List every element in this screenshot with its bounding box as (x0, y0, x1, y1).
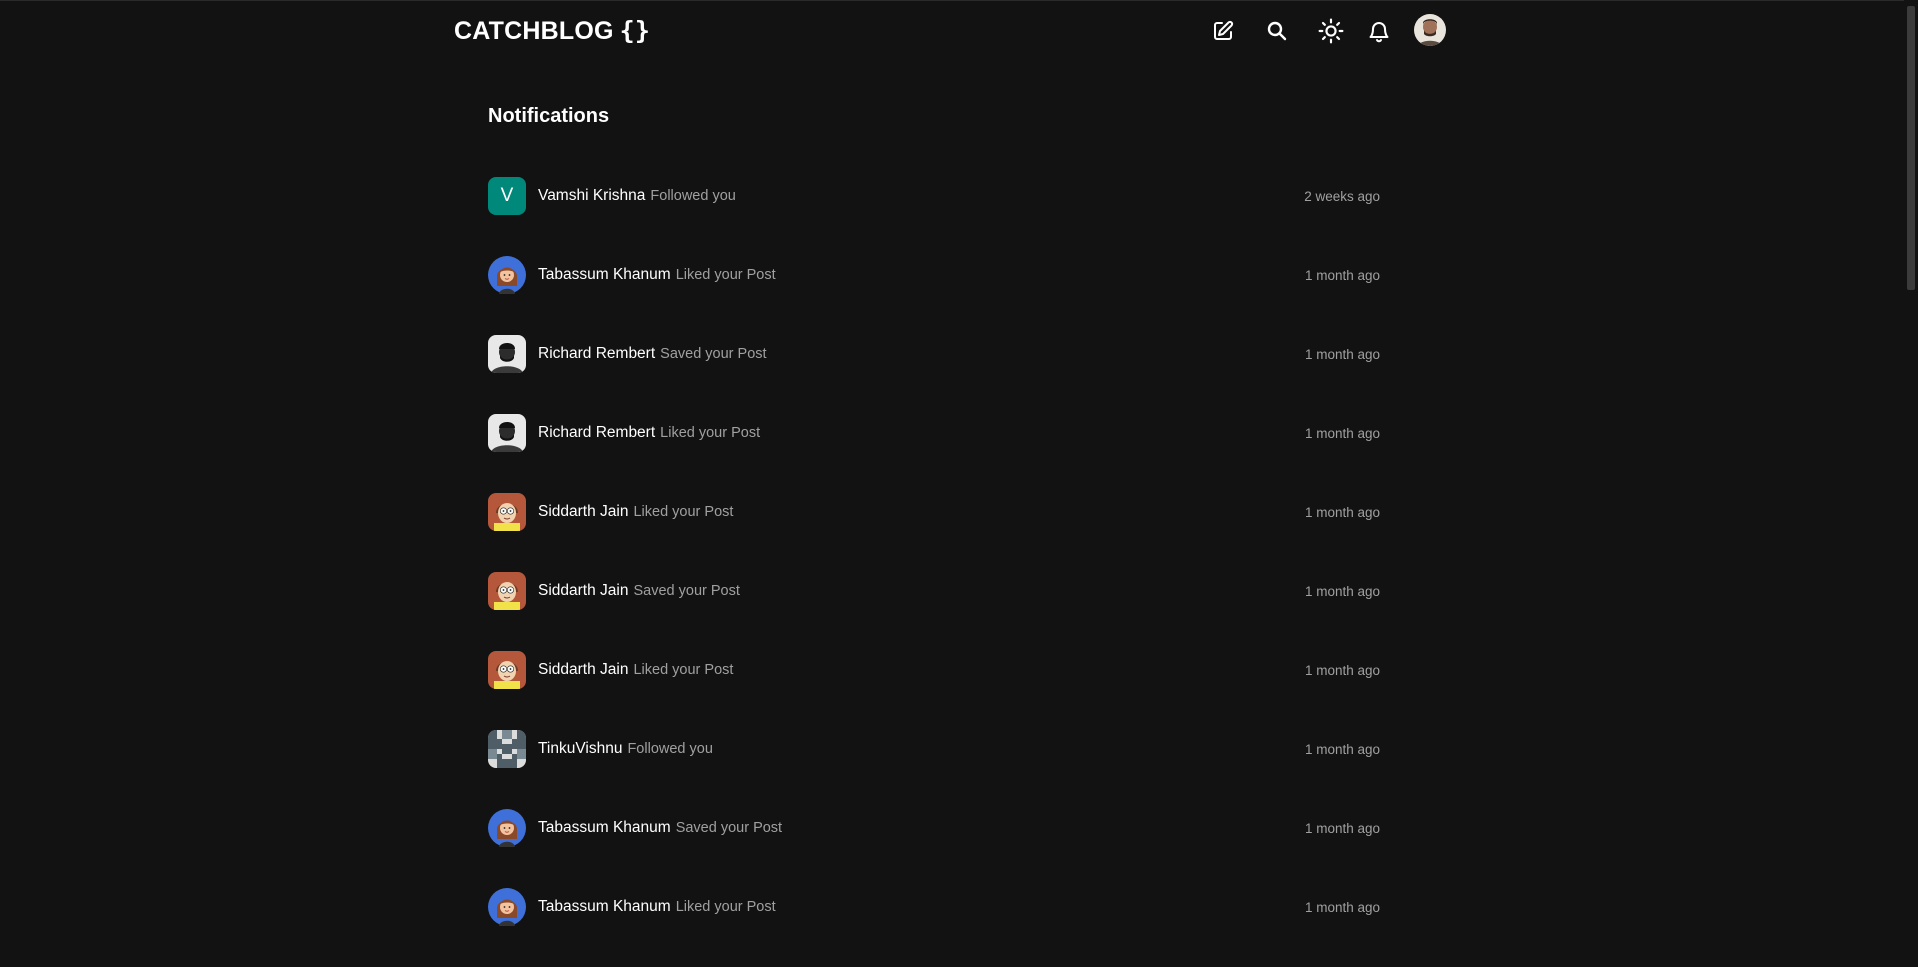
notification-avatar[interactable] (488, 335, 526, 373)
notification-item[interactable]: TinkuVishnu Followed you 1 month ago (488, 730, 1380, 809)
notification-action: Saved your Post (660, 346, 767, 362)
notification-action: Liked your Post (633, 662, 734, 678)
notification-item[interactable]: Richard Rembert Liked your Post 1 month ag… (488, 414, 1380, 493)
notification-action: Followed you (650, 188, 736, 204)
notification-text: Siddarth Jain Liked your Post (538, 503, 733, 521)
notification-time: 1 month ago (1304, 900, 1380, 915)
notification-avatar[interactable] (488, 730, 526, 768)
notification-item[interactable]: Tabassum Khanum Saved your Post 1 month ag… (488, 809, 1380, 888)
notification-time: 1 month ago (1304, 742, 1380, 757)
notification-text: Tabassum Khanum Liked your Post (538, 266, 776, 284)
site-logo[interactable]: CATCHBLOG{} (454, 16, 650, 46)
notification-action: Liked your Post (660, 425, 761, 441)
user-avatar[interactable] (1414, 14, 1446, 46)
edit-icon[interactable] (1210, 18, 1236, 44)
notification-avatar[interactable] (488, 888, 526, 926)
notification-user-name[interactable]: TinkuVishnu (538, 740, 622, 757)
notification-user-name[interactable]: Tabassum Khanum (538, 898, 671, 915)
notification-text: Richard Rembert Liked your Post (538, 424, 760, 442)
notification-user-name[interactable]: Vamshi Krishna (538, 187, 645, 204)
notification-time: 1 month ago (1304, 347, 1380, 362)
notification-item[interactable]: Siddarth Jain Liked your Post 1 month ago (488, 651, 1380, 730)
notification-user-name[interactable]: Siddarth Jain (538, 582, 628, 599)
notification-text: Richard Rembert Saved your Post (538, 345, 767, 363)
notification-action: Liked your Post (633, 504, 734, 520)
notification-avatar[interactable] (488, 809, 526, 847)
notification-time: 1 month ago (1304, 663, 1380, 678)
page-title: Notifications (488, 105, 610, 127)
notification-avatar[interactable] (488, 414, 526, 452)
notification-user-name[interactable]: Tabassum Khanum (538, 819, 671, 836)
notification-time: 1 month ago (1304, 268, 1380, 283)
notification-user-name[interactable]: Siddarth Jain (538, 503, 628, 520)
notification-item[interactable]: Tabassum Khanum Liked your Post 1 month ag… (488, 888, 1380, 967)
notification-time: 1 month ago (1304, 584, 1380, 599)
notification-text: Tabassum Khanum Liked your Post (538, 898, 776, 916)
sun-icon[interactable] (1318, 18, 1344, 44)
notification-list: V Vamshi Krishna Followed you 2 weeks ago Ta… (488, 177, 1380, 967)
notification-avatar[interactable] (488, 493, 526, 531)
scrollbar[interactable] (1904, 0, 1918, 958)
notification-avatar[interactable] (488, 256, 526, 294)
notification-time: 1 month ago (1304, 505, 1380, 520)
notification-action: Followed you (627, 741, 713, 757)
notification-action: Liked your Post (675, 899, 776, 915)
logo-braces: {} (619, 16, 651, 45)
notification-user-name[interactable]: Richard Rembert (538, 424, 655, 441)
notification-avatar[interactable] (488, 651, 526, 689)
notification-user-name[interactable]: Tabassum Khanum (538, 266, 671, 283)
bell-icon[interactable] (1366, 18, 1392, 44)
notification-time: 1 month ago (1304, 426, 1380, 441)
notification-item[interactable]: Richard Rembert Saved your Post 1 month ag… (488, 335, 1380, 414)
notification-user-name[interactable]: Richard Rembert (538, 345, 655, 362)
notification-text: Siddarth Jain Liked your Post (538, 661, 733, 679)
top-navbar: CATCHBLOG{} (454, 10, 1448, 50)
logo-text: CATCHBLOG (454, 17, 614, 45)
notification-item[interactable]: Siddarth Jain Saved your Post 1 month ago (488, 572, 1380, 651)
notification-action: Liked your Post (675, 267, 776, 283)
notification-time: 1 month ago (1304, 821, 1380, 836)
notification-action: Saved your Post (633, 583, 740, 599)
notification-avatar[interactable]: V (488, 177, 526, 215)
notification-avatar[interactable] (488, 572, 526, 610)
notification-text: Vamshi Krishna Followed you (538, 187, 736, 205)
notification-text: Siddarth Jain Saved your Post (538, 582, 740, 600)
search-icon[interactable] (1264, 18, 1290, 44)
scrollbar-thumb[interactable] (1907, 6, 1915, 290)
notification-item[interactable]: V Vamshi Krishna Followed you 2 weeks ago (488, 177, 1380, 256)
notification-user-name[interactable]: Siddarth Jain (538, 661, 628, 678)
avatar-letter: V (500, 185, 514, 206)
notification-text: Tabassum Khanum Saved your Post (538, 819, 782, 837)
notification-item[interactable]: Tabassum Khanum Liked your Post 1 month ag… (488, 256, 1380, 335)
notification-item[interactable]: Siddarth Jain Liked your Post 1 month ago (488, 493, 1380, 572)
notification-text: TinkuVishnu Followed you (538, 740, 713, 758)
notification-action: Saved your Post (675, 820, 783, 836)
notification-time: 2 weeks ago (1304, 189, 1380, 204)
top-border (0, 0, 1918, 1)
